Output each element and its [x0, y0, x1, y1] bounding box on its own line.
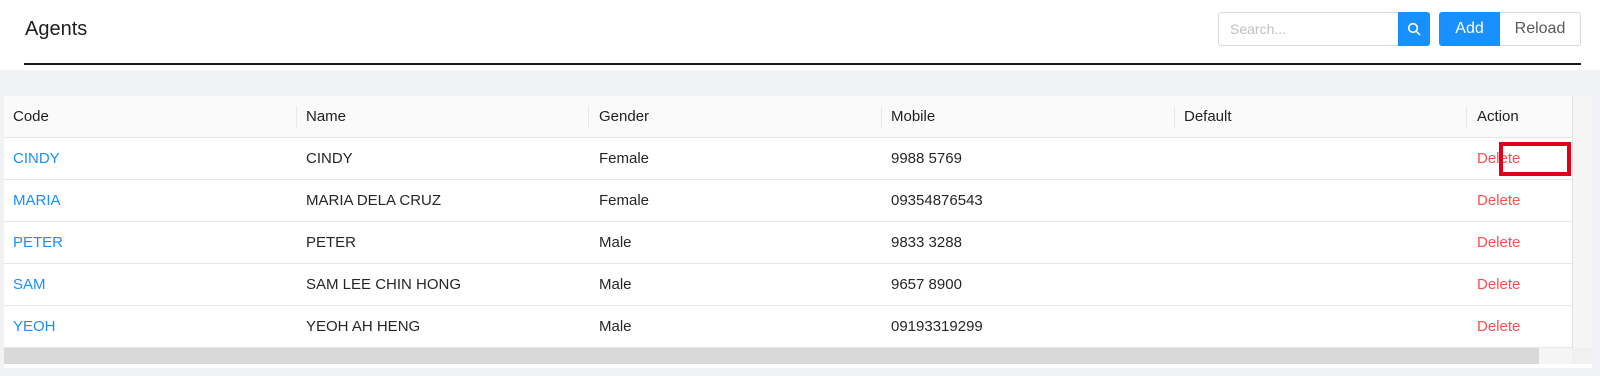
agent-gender: Female: [599, 150, 650, 167]
horizontal-scrollbar[interactable]: [4, 348, 1572, 364]
column-divider: [881, 106, 882, 128]
agent-code-link[interactable]: MARIA: [13, 180, 61, 222]
search-button[interactable]: [1398, 12, 1430, 46]
agent-name: CINDY: [306, 150, 353, 167]
table-row: SAM SAM LEE CHIN HONG Male 9657 8900 Del…: [4, 264, 1592, 306]
table-row: CINDY CINDY Female 9988 5769 Delete: [4, 138, 1592, 180]
agent-name: MARIA DELA CRUZ: [306, 192, 442, 209]
agent-mobile: 09354876543: [891, 192, 983, 209]
agent-name: SAM LEE CHIN HONG: [306, 276, 462, 293]
highlight-box: [1499, 142, 1571, 176]
agent-mobile: 9988 5769: [891, 150, 962, 167]
page-header: Agents Add Reload: [0, 0, 1600, 70]
agent-mobile: 9833 3288: [891, 234, 962, 251]
search-input[interactable]: [1218, 12, 1398, 46]
header-divider: [24, 63, 1581, 65]
agent-code-link[interactable]: CINDY: [13, 138, 60, 180]
reload-button[interactable]: Reload: [1500, 12, 1581, 46]
horizontal-scrollbar-thumb[interactable]: [4, 348, 1539, 364]
agent-gender: Male: [599, 276, 632, 293]
column-divider: [1466, 106, 1467, 128]
table-row: PETER PETER Male 9833 3288 Delete: [4, 222, 1592, 264]
column-header-gender[interactable]: Gender: [599, 96, 649, 138]
column-divider: [1174, 106, 1175, 128]
agent-code-link[interactable]: YEOH: [13, 306, 56, 348]
column-header-action: Action: [1477, 108, 1519, 125]
delete-link[interactable]: Delete: [1477, 180, 1520, 222]
delete-link[interactable]: Delete: [1477, 306, 1520, 348]
column-header-mobile[interactable]: Mobile: [891, 96, 935, 138]
column-header-code[interactable]: Code: [13, 96, 49, 138]
agent-mobile: 09193319299: [891, 318, 983, 335]
agent-gender: Male: [599, 234, 632, 251]
agent-code-link[interactable]: SAM: [13, 264, 46, 306]
table-row: YEOH YEOH AH HENG Male 09193319299 Delet…: [4, 306, 1592, 348]
scrollbar-corner: [1572, 348, 1592, 364]
column-header-default[interactable]: Default: [1184, 96, 1232, 138]
agent-name: PETER: [306, 234, 357, 251]
page-title: Agents: [25, 18, 88, 40]
search-icon: [1407, 22, 1421, 36]
agents-table: Code Name Gender Mobile Default Action C…: [4, 96, 1592, 368]
agent-code-link[interactable]: PETER: [13, 222, 63, 264]
column-header-name[interactable]: Name: [306, 96, 346, 138]
vertical-scrollbar[interactable]: [1572, 96, 1592, 348]
agent-gender: Female: [599, 192, 650, 209]
column-divider: [588, 106, 589, 128]
agent-name: YEOH AH HENG: [306, 318, 421, 335]
delete-link[interactable]: Delete: [1477, 222, 1520, 264]
column-divider: [296, 106, 297, 128]
add-button[interactable]: Add: [1439, 12, 1500, 46]
agent-mobile: 9657 8900: [891, 276, 962, 293]
table-header: Code Name Gender Mobile Default Action: [4, 96, 1592, 138]
agent-gender: Male: [599, 318, 632, 335]
table-row: MARIA MARIA DELA CRUZ Female 09354876543…: [4, 180, 1592, 222]
delete-link[interactable]: Delete: [1477, 264, 1520, 306]
